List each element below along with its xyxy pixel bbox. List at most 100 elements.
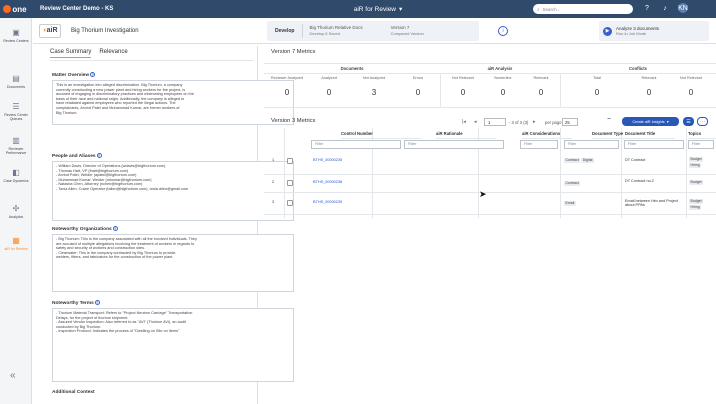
header-document-title[interactable]: Document Title — [625, 128, 675, 139]
version3-metrics-title[interactable]: Version 3 Metrics — [271, 118, 315, 124]
metric-conflicts-not-relevant: Not Relevant 0 — [672, 76, 710, 97]
metric-reviewer-analyzed: Reviewer Analyzed 0 — [268, 76, 306, 97]
prompt-criteria-pane[interactable]: Develop Big Thorium Relative Docs Develop… — [267, 21, 479, 41]
air-icon: ▦ — [12, 236, 20, 245]
info-icon[interactable]: i — [498, 26, 508, 36]
sidebar-item-label: Documents — [6, 85, 26, 89]
chevron-down-icon[interactable]: ▾ — [399, 5, 402, 13]
sidebar-item-review-centers[interactable]: ▣ Review Centers — [0, 28, 32, 43]
create-air-insights-button[interactable]: Create aiR Insights ▾ — [622, 117, 679, 126]
table-row[interactable]: 2 BTHS_00000238 Contract DT Contract no.… — [264, 175, 716, 193]
metric-value: 0 — [646, 88, 652, 97]
collapse-icon[interactable]: − — [607, 116, 611, 123]
header-control-number[interactable]: Control Number — [341, 128, 421, 139]
help-icon[interactable]: ? — [94, 300, 100, 305]
metric-conflicts-relevant: Relevant 0 — [630, 76, 668, 97]
control-number-link[interactable]: BTHS_00000238 — [313, 180, 342, 184]
filter-air-considerations[interactable]: Filter — [520, 140, 558, 149]
row-number: 3 — [272, 200, 275, 204]
more-options-button[interactable]: ⋯ — [697, 117, 708, 126]
metric-value: 0 — [326, 88, 332, 97]
relativity-logo[interactable]: one — [0, 0, 30, 18]
page-title: aiR for Review ▾ — [220, 5, 536, 14]
section-title-matter-overview: Matter Overview? — [52, 72, 96, 78]
filter-document-title[interactable]: Filter — [624, 140, 684, 149]
terms-textarea[interactable]: - Thorium Material Transport: Refers to … — [52, 308, 294, 382]
create-button-label: Create aiR Insights — [632, 119, 665, 124]
filter-control-number[interactable]: Filter — [311, 140, 401, 149]
mode-label: Develop — [267, 24, 304, 38]
sidebar-item-air[interactable]: ▦ aiR for Review — [0, 236, 32, 251]
tag: Contract — [564, 158, 581, 163]
table-row[interactable]: 3 BTHS_00000239 Email Email between Him … — [264, 193, 716, 215]
version-subtitle: Compared Version — [390, 31, 424, 36]
document-title: DT Contract no.2 — [625, 179, 654, 183]
table-row[interactable]: 1 BTHS_00000235 Contract Digital DT Contr… — [264, 151, 716, 175]
help-icon[interactable]: ? — [96, 153, 102, 158]
avatar[interactable]: KN — [678, 3, 688, 13]
metric-label: Relevant — [533, 76, 549, 80]
search-icon: ⌕ — [537, 6, 540, 12]
metric-label: Not Analyzed — [362, 76, 386, 80]
tabs-divider — [50, 60, 254, 61]
analyze-pane[interactable]: ▶ Analyze 3 documents Run in Job Mode — [599, 21, 709, 41]
tab-case-summary[interactable]: Case Summary — [50, 49, 92, 58]
header-air-rationale[interactable]: aiR Rationale — [436, 128, 496, 139]
row-checkbox[interactable] — [287, 180, 293, 186]
header-topics[interactable]: Topics — [688, 128, 716, 139]
workspace-title[interactable]: Review Center Demo - KS — [40, 6, 220, 12]
sidebar-item-documents[interactable]: ▤ Documents — [0, 74, 32, 89]
row-checkbox[interactable] — [287, 200, 293, 206]
people-aliases-textarea[interactable]: - William Davis, Director of Operations … — [52, 161, 294, 221]
sidebar-item-analytics[interactable]: ✣ Analytics — [0, 204, 32, 219]
sidebar-item-label: Analytics — [8, 215, 24, 219]
section-title-people: People and Aliases? — [52, 153, 102, 159]
tag: Hiring — [689, 163, 702, 168]
tag: Hiring — [689, 205, 702, 210]
metric-not-relevant: Not Relevant 0 — [444, 76, 482, 97]
sidebar-item-label: Review Center Queues — [4, 113, 28, 122]
matter-overview-textarea[interactable]: This is an investigation into alleged di… — [52, 80, 294, 125]
search-input[interactable]: ⌕ Search... — [533, 4, 633, 14]
organizations-textarea[interactable]: - Big Thorium: This is the company assoc… — [52, 234, 294, 292]
topics-tags: Budget Hiring — [689, 156, 704, 168]
control-number-link[interactable]: BTHS_00000235 — [313, 158, 342, 162]
top-icons: ? ♪ KN — [642, 3, 688, 13]
metric-errors: Errors 0 — [399, 76, 437, 97]
row-checkbox[interactable] — [287, 158, 293, 164]
per-page-select[interactable]: 25 — [562, 117, 578, 126]
notifications-icon[interactable]: ♪ — [660, 3, 670, 13]
collapse-sidebar-icon[interactable]: « — [10, 370, 16, 381]
play-icon[interactable]: ▶ — [603, 26, 612, 36]
first-page-icon[interactable]: |◂ — [462, 119, 466, 125]
row-number: 1 — [272, 158, 275, 162]
sidebar-item-queues[interactable]: ☰ Review Center Queues — [0, 102, 32, 121]
next-page-icon[interactable]: ▸ — [533, 119, 536, 125]
performance-icon: ▥ — [12, 136, 20, 145]
metric-label: Borderline — [494, 76, 512, 80]
column-divider — [560, 74, 561, 107]
metric-value: 0 — [538, 88, 544, 97]
metric-label: Not Relevant — [680, 76, 702, 80]
prompt-subtitle: Develop 6 Saved — [309, 31, 340, 36]
topics-tags: Budget Hiring — [689, 198, 704, 210]
prev-page-icon[interactable]: ◂ — [474, 119, 477, 125]
filter-topics[interactable]: Filter — [688, 140, 714, 149]
case-dynamics-icon: ◧ — [12, 168, 20, 177]
sidebar-item-case-dynamics[interactable]: ◧ Case Dynamics — [0, 168, 32, 183]
tag: Budget — [689, 180, 704, 185]
prompt-block[interactable]: Big Thorium Relative Docs Develop 6 Saved — [303, 25, 362, 37]
page-number-input[interactable]: 1 — [484, 118, 506, 126]
header-air-considerations[interactable]: aiR Considerations — [522, 128, 572, 139]
sidebar-item-reviewer-performance[interactable]: ▥ Reviewer Performance — [0, 136, 32, 155]
help-icon[interactable]: ? — [90, 72, 96, 77]
help-icon[interactable]: ? — [112, 226, 118, 231]
filter-document-type[interactable]: Filter — [564, 140, 619, 149]
metric-conflicts-total: Total 0 — [578, 76, 616, 97]
version-block[interactable]: Version 7 Compared Version — [385, 25, 424, 37]
help-icon[interactable]: ? — [642, 3, 652, 13]
control-number-link[interactable]: BTHS_00000239 — [313, 200, 342, 204]
filter-air-rationale[interactable]: Filter — [404, 140, 504, 149]
tab-relevance[interactable]: Relevance — [99, 49, 127, 58]
list-view-button[interactable]: ☰ — [683, 117, 694, 126]
